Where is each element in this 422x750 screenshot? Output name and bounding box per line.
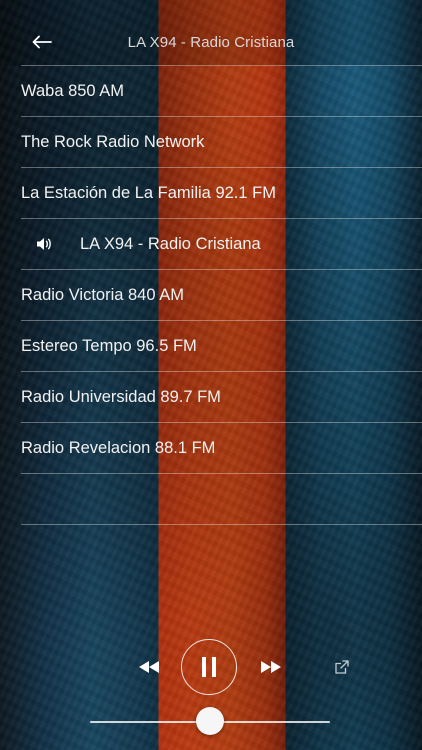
volume-slider[interactable] [90, 707, 330, 735]
station-row[interactable]: Radio Universidad 89.7 FM [21, 372, 422, 423]
speaker-icon [37, 238, 51, 250]
rewind-button[interactable] [137, 656, 161, 678]
station-label: LA X94 - Radio Cristiana [80, 234, 261, 253]
station-row-active[interactable]: LA X94 - Radio Cristiana [21, 219, 422, 270]
station-list: Waba 850 AM The Rock Radio Network La Es… [0, 65, 422, 525]
empty-row [21, 474, 422, 525]
volume-thumb[interactable] [196, 707, 224, 735]
station-row[interactable]: Waba 850 AM [21, 65, 422, 117]
share-icon [335, 660, 349, 674]
pause-button[interactable] [181, 639, 237, 695]
station-label: Radio Victoria 840 AM [21, 285, 184, 304]
pause-icon [202, 657, 216, 677]
station-row[interactable]: Estereo Tempo 96.5 FM [21, 321, 422, 372]
fast-forward-button[interactable] [259, 656, 283, 678]
station-label: The Rock Radio Network [21, 132, 205, 151]
station-label: Radio Universidad 89.7 FM [21, 387, 221, 406]
nav-header: LA X94 - Radio Cristiana [0, 0, 422, 66]
station-label: La Estación de La Familia 92.1 FM [21, 183, 276, 202]
share-button[interactable] [333, 658, 351, 676]
page-title: LA X94 - Radio Cristiana [127, 34, 295, 51]
rewind-icon [139, 661, 159, 673]
station-row[interactable]: Radio Revelacion 88.1 FM [21, 423, 422, 474]
station-label: Estereo Tempo 96.5 FM [21, 336, 197, 355]
station-label: Waba 850 AM [21, 81, 125, 100]
station-row[interactable]: La Estación de La Familia 92.1 FM [21, 168, 422, 219]
station-label: Radio Revelacion 88.1 FM [21, 438, 216, 457]
station-row[interactable]: Radio Victoria 840 AM [21, 270, 422, 321]
player-controls [0, 638, 422, 698]
station-row[interactable]: The Rock Radio Network [21, 117, 422, 168]
fast-forward-icon [261, 661, 281, 673]
